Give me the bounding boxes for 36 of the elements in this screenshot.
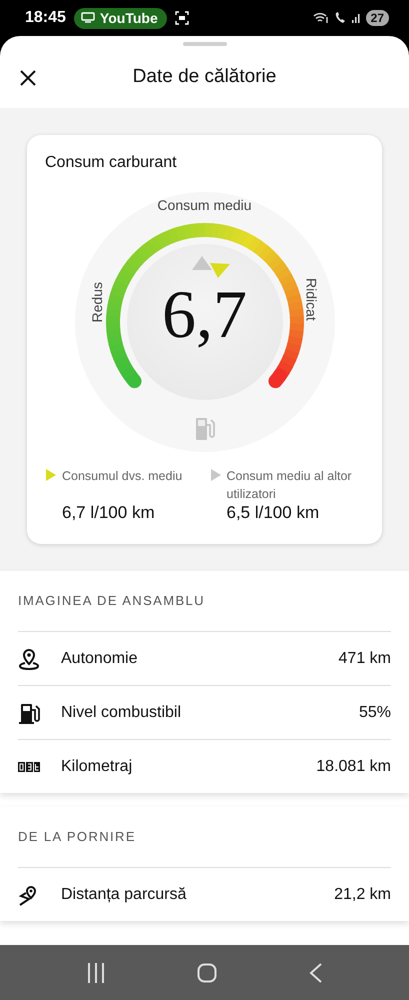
row-label: Kilometraj: [61, 758, 134, 776]
gauge-value: 6,7: [161, 280, 248, 348]
home-icon[interactable]: [197, 962, 218, 982]
row-label: Nivel combustibil: [61, 704, 182, 722]
legend-label: Consumul dvs. mediu: [62, 468, 184, 485]
screen-title: Date de călătorie: [132, 66, 276, 88]
legend-label: Consum mediu al altor utilizatori: [226, 468, 353, 503]
section-heading: DE LA PORNIRE: [18, 829, 137, 846]
gauge-label: Ridicat: [304, 278, 320, 321]
row-value: 471 km: [338, 650, 391, 668]
back-icon[interactable]: [309, 962, 324, 982]
app-chip[interactable]: YouTube: [74, 8, 167, 28]
battery-level: 27: [366, 10, 389, 26]
close-icon[interactable]: [19, 69, 37, 87]
clock-time: 18:45: [25, 9, 66, 27]
row-value: 18.081 km: [316, 758, 391, 776]
screen-capture-icon: [174, 11, 189, 25]
legend-value: 6,7 l/100 km: [61, 503, 156, 523]
fuel-pump-icon: [18, 702, 40, 724]
fuel-pump-icon: [194, 417, 214, 441]
row-label: Distanța parcursă: [61, 886, 188, 904]
screen-icon: [80, 12, 95, 23]
section-heading: IMAGINEA DE ANSAMBLU: [18, 593, 206, 610]
call-icon: [334, 12, 346, 24]
legend-value: 6,5 l/100 km: [226, 503, 320, 523]
gauge-label: Redus: [88, 282, 104, 322]
card-title: Consum carburant: [45, 154, 178, 173]
row-value: 21,2 km: [334, 886, 391, 904]
gauge-label: Consum mediu: [156, 197, 253, 213]
recent-apps-icon[interactable]: [86, 962, 106, 984]
drag-handle[interactable]: [182, 42, 226, 46]
row-value: 55%: [358, 704, 391, 722]
signal-icon: [350, 13, 361, 23]
wifi-icon: [312, 12, 329, 24]
row-label: Autonomie: [61, 650, 138, 668]
location-pin-icon: [18, 648, 40, 670]
